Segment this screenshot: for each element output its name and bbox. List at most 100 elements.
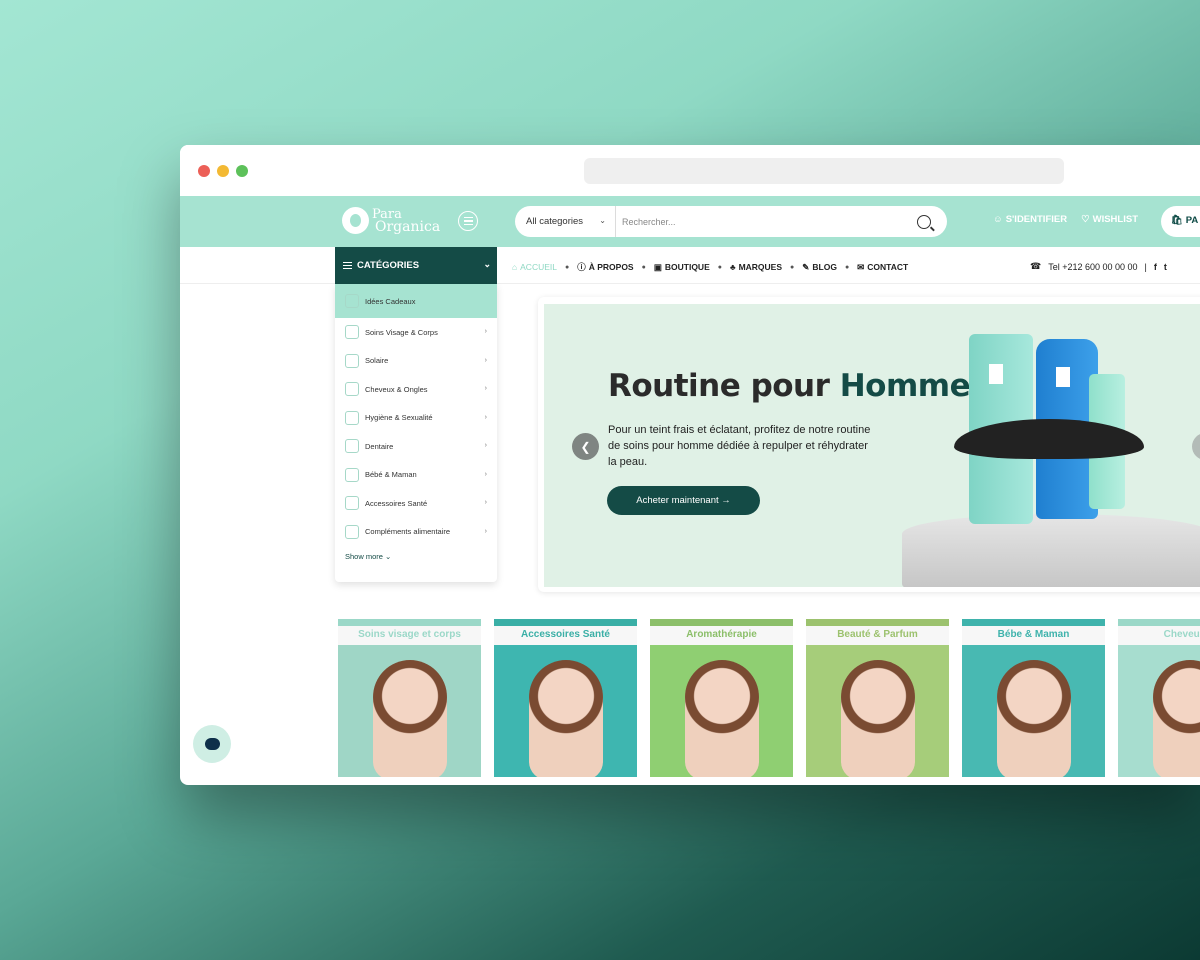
nav-item-contact[interactable]: ✉ CONTACT: [857, 262, 908, 273]
category-item[interactable]: Hygiène & Sexualité ›: [335, 404, 497, 433]
category-tile-label: Soins visage et corps: [338, 619, 481, 645]
wishlist-link[interactable]: ♡ WISHLIST: [1081, 214, 1138, 225]
category-label: Hygiène & Sexualité: [365, 413, 433, 423]
mail-icon: ✉: [857, 261, 865, 272]
person-image: [997, 660, 1071, 777]
search-icon[interactable]: [917, 214, 931, 229]
face-icon: [345, 325, 359, 340]
category-tile-image: [338, 645, 481, 777]
show-more-link[interactable]: Show more ⌄: [335, 546, 497, 561]
logo-text-line2: Organica: [375, 218, 441, 235]
category-tile-image: [1118, 645, 1200, 777]
hero-title-part2: Homme: [839, 368, 971, 404]
nav-item-boutique[interactable]: ▣ BOUTIQUE: [654, 262, 710, 273]
baby-icon: [345, 467, 359, 482]
category-label: Accessoires Santé: [365, 498, 428, 508]
hygiene-icon: [345, 410, 359, 425]
login-link[interactable]: ☺ S'IDENTIFIER: [993, 214, 1067, 225]
cart-label: PA: [1185, 215, 1199, 226]
phone-number[interactable]: Tel +212 600 00 00 00: [1048, 262, 1137, 272]
hero-text: Pour un teint frais et éclatant, profite…: [608, 424, 871, 468]
category-item[interactable]: Bébé & Maman ›: [335, 461, 497, 490]
category-item[interactable]: Accessoires Santé ›: [335, 489, 497, 518]
hamburger-icon: [343, 261, 352, 270]
chat-button[interactable]: [193, 725, 231, 763]
close-dot[interactable]: [198, 165, 210, 177]
category-tile[interactable]: Beauté & Parfum: [806, 619, 949, 777]
category-tile[interactable]: Bébe & Maman: [962, 619, 1105, 777]
nav-label: ACCUEIL: [520, 262, 557, 272]
category-item[interactable]: Dentaire ›: [335, 432, 497, 461]
search-category-select[interactable]: All categories ⌄: [515, 206, 616, 237]
nav-label: BLOG: [812, 262, 837, 272]
category-tile-image: [494, 645, 637, 777]
user-icon: ☺: [993, 214, 1003, 225]
sun-icon: [345, 353, 359, 368]
chevron-down-icon: ⌄: [385, 552, 392, 561]
nav-item-accueil[interactable]: ⌂ ACCUEIL: [512, 262, 557, 272]
facebook-icon[interactable]: f: [1154, 262, 1157, 272]
hero-title-part1: Routine pour: [608, 368, 840, 404]
logo[interactable]: Para Organica: [342, 207, 440, 234]
chevron-right-icon: ›: [484, 328, 487, 335]
category-label: Compléments alimentaire: [365, 527, 451, 537]
bag-icon: 🛍: [1171, 215, 1184, 226]
category-tile[interactable]: Aromathérapie: [650, 619, 793, 777]
chevron-right-icon: ›: [484, 385, 487, 392]
slider-prev-button[interactable]: ❮: [572, 433, 599, 460]
supplement-icon: [345, 524, 359, 539]
tooth-icon: [345, 439, 359, 454]
category-tile[interactable]: Cheveux &: [1118, 619, 1200, 777]
browser-window: Para Organica All categories ⌄ ☺S'IDENTI…: [180, 145, 1200, 785]
main-nav: CATÉGORIES ⌄ ⌂ ACCUEIL ● ⓘ À PROPOS ● ▣ BOU…: [180, 247, 1200, 284]
category-tiles: Soins visage et corps Accessoires Santé Ar…: [338, 619, 1200, 777]
twitter-icon[interactable]: t: [1164, 262, 1167, 272]
shop-now-button[interactable]: Acheter maintenant →: [607, 486, 760, 515]
category-tile-label: Bébe & Maman: [962, 619, 1105, 645]
category-label: Idées Cadeaux: [365, 296, 416, 306]
person-image: [841, 660, 915, 777]
wishlist-label: WISHLIST: [1092, 214, 1138, 225]
login-label: S'IDENTIFIER: [1005, 214, 1068, 225]
phone-icon: ☎: [1030, 261, 1042, 271]
minimize-dot[interactable]: [217, 165, 229, 177]
maximize-dot[interactable]: [236, 165, 248, 177]
nav-label: BOUTIQUE: [664, 262, 710, 272]
url-bar[interactable]: [584, 158, 1064, 184]
health-kit-icon: [345, 496, 359, 511]
categories-toggle[interactable]: CATÉGORIES ⌄: [335, 247, 497, 284]
categories-menu: Idées Cadeaux Soins Visage & Corps › Sola…: [335, 284, 497, 582]
cart-button[interactable]: 🛍 PA: [1161, 206, 1200, 237]
info-icon: ⓘ: [577, 262, 586, 272]
category-tile[interactable]: Accessoires Santé: [494, 619, 637, 777]
category-label: Dentaire: [365, 441, 394, 451]
chat-icon: [204, 738, 220, 750]
nav-item-blog[interactable]: ✎ BLOG: [802, 262, 837, 273]
category-item[interactable]: Compléments alimentaire ›: [335, 518, 497, 547]
search-input[interactable]: [616, 206, 917, 237]
category-item[interactable]: Cheveux & Ongles ›: [335, 375, 497, 404]
chevron-right-icon: ›: [484, 527, 487, 535]
category-item[interactable]: Solaire ›: [335, 347, 497, 376]
hero-slider: Routine pour Homme Pour un teint frais e…: [538, 297, 1200, 592]
nav-item-marques[interactable]: ♣ MARQUES: [730, 262, 782, 272]
heart-icon: ♡: [1081, 214, 1090, 225]
chevron-right-icon: ›: [484, 470, 487, 478]
category-item[interactable]: Idées Cadeaux: [335, 284, 497, 318]
chevron-down-icon: ⌄: [599, 216, 606, 225]
gift-icon: [345, 294, 359, 308]
person-image: [529, 660, 603, 777]
store-icon: ▣: [653, 261, 662, 272]
category-label: Soins Visage & Corps: [365, 327, 438, 337]
category-tile-label: Aromathérapie: [650, 619, 793, 645]
brands-icon: ♣: [729, 262, 736, 272]
category-tile-image: [650, 645, 793, 777]
category-tile-image: [962, 645, 1105, 777]
nav-item-a-propos[interactable]: ⓘ À PROPOS: [577, 261, 633, 273]
category-item[interactable]: Soins Visage & Corps ›: [335, 318, 497, 347]
person-image: [1153, 660, 1200, 777]
category-tile-label: Accessoires Santé: [494, 619, 637, 645]
category-tile[interactable]: Soins visage et corps: [338, 619, 481, 777]
menu-icon[interactable]: [458, 211, 478, 231]
categories-label: CATÉGORIES: [357, 260, 420, 271]
